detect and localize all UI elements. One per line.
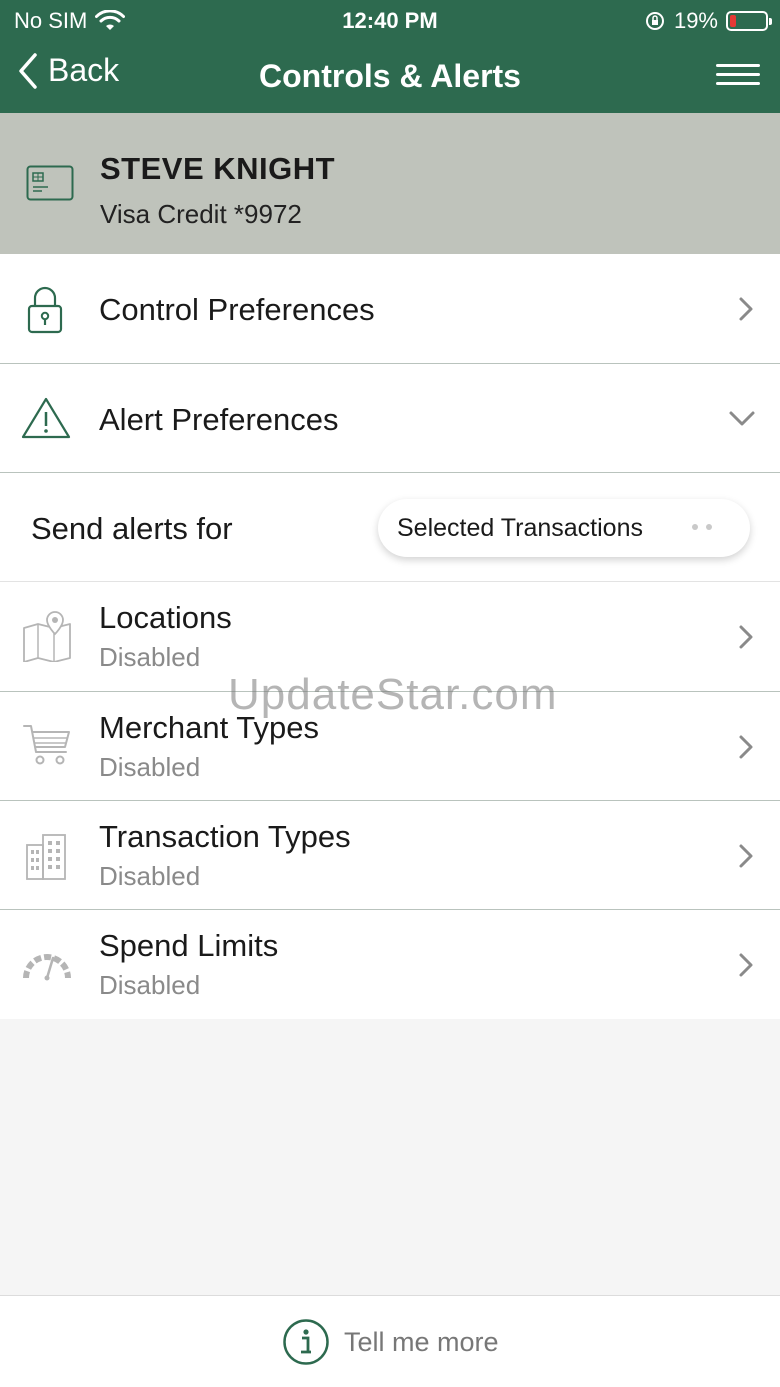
tell-me-more-button[interactable]: Tell me more [282,1318,499,1366]
more-dots-icon [692,524,712,530]
chevron-right-icon [739,297,753,321]
page-title: Controls & Alerts [259,58,521,94]
credit-card-icon [26,165,74,201]
alert-item-transaction-types[interactable]: Transaction Types Disabled [0,801,780,910]
locations-label: Locations [99,600,232,635]
alert-preferences-row[interactable]: Alert Preferences [0,364,780,473]
watermark: UpdateStar.com [228,670,558,719]
send-alerts-value: Selected Transactions [397,514,643,542]
warning-icon [21,397,71,439]
chevron-right-icon [739,953,753,977]
battery-percent: 19% [673,8,718,33]
chevron-right-icon [739,844,753,868]
buildings-icon [26,834,66,880]
card-header: STEVE KNIGHT Visa Credit *9972 [0,113,780,254]
send-alerts-label: Send alerts for [31,511,233,546]
hamburger-menu-icon[interactable] [716,64,760,88]
transaction-types-status: Disabled [99,861,201,891]
alert-item-spend-limits[interactable]: Spend Limits Disabled [0,910,780,1019]
footer-bar: Tell me more [0,1295,780,1387]
control-preferences-label: Control Preferences [99,292,375,327]
lock-icon [27,286,63,334]
transaction-types-label: Transaction Types [99,819,351,854]
chevron-right-icon [739,625,753,649]
orientation-lock-icon [645,12,664,30]
map-pin-icon [23,611,71,662]
merchant-types-status: Disabled [99,752,201,782]
battery-fill [730,15,736,27]
locations-status: Disabled [99,642,201,672]
card-account: Visa Credit *9972 [100,199,302,229]
chevron-down-icon [729,411,755,426]
spend-limits-label: Spend Limits [99,928,279,963]
alert-preferences-label: Alert Preferences [99,402,339,437]
control-preferences-row[interactable]: Control Preferences [0,254,780,364]
send-alerts-selector[interactable]: Selected Transactions [378,499,750,557]
chevron-right-icon [739,735,753,759]
info-icon [283,1319,329,1365]
card-holder-name: STEVE KNIGHT [100,151,336,186]
status-right: 19% [644,8,772,34]
tell-me-more-label: Tell me more [344,1326,499,1357]
shopping-cart-icon [23,725,70,765]
spend-limits-status: Disabled [99,970,201,1000]
speedometer-icon [23,954,71,981]
status-bar: No SIM 12:40 PM 19% [0,0,780,40]
top-bar: No SIM 12:40 PM 19% Back Controls & Aler… [0,0,780,113]
battery-icon [726,11,772,31]
nav-bar: Back Controls & Alerts [0,40,780,113]
